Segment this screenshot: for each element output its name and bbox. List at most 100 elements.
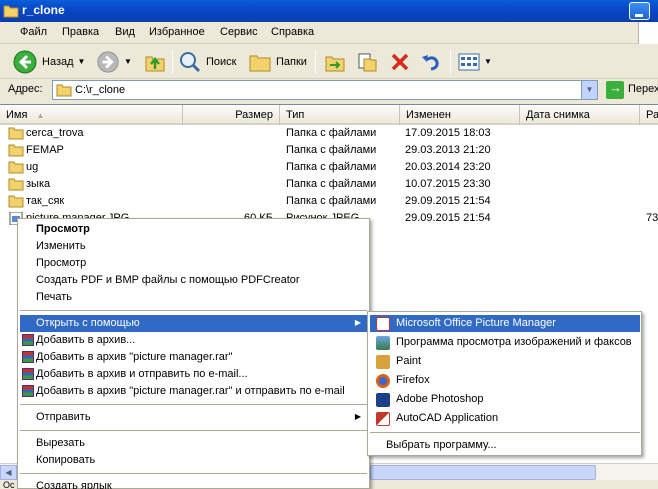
menu-item-open-with[interactable]: Открыть с помощью ▶ (20, 315, 367, 332)
menu-item-send-to[interactable]: Отправить ▶ (20, 409, 367, 426)
undo-icon (422, 54, 439, 70)
menu-tools[interactable]: Сервис (220, 26, 258, 38)
file-type: Папка с файлами (286, 178, 377, 190)
menu-item-label: Создать PDF и BMP файлы с помощью PDFCre… (36, 274, 300, 286)
move-to-button[interactable] (324, 48, 346, 75)
views-button[interactable]: ▼ (458, 48, 492, 75)
folder-icon (56, 84, 72, 97)
forward-button[interactable]: ▼ (96, 48, 132, 75)
menu-item-label: Изменить (36, 240, 86, 252)
title-bar[interactable]: r_clone (0, 0, 658, 22)
open-with-submenu: Microsoft Office Picture Manager Програм… (367, 311, 642, 456)
menu-separator (20, 430, 367, 431)
column-name[interactable]: Имя ▲ (0, 105, 183, 125)
menu-view[interactable]: Вид (115, 26, 135, 38)
menu-item-label: Просмотр (36, 223, 90, 235)
menu-item-rar-email[interactable]: Добавить в архив "picture manager.rar" и… (20, 383, 367, 400)
submenu-arrow-icon: ▶ (354, 412, 361, 421)
menu-item-cut[interactable]: Вырезать (20, 435, 367, 452)
menu-item-create-shortcut[interactable]: Создать ярлык (20, 478, 367, 489)
menu-item-firefox[interactable]: Firefox (370, 372, 640, 389)
image-viewer-icon (376, 336, 390, 350)
forward-dropdown-icon[interactable]: ▼ (124, 57, 132, 66)
undo-button[interactable] (420, 48, 442, 75)
address-dropdown-icon[interactable]: ▼ (581, 81, 597, 99)
column-date-taken[interactable]: Дата снимка (520, 105, 640, 125)
menu-edit[interactable]: Правка (62, 26, 99, 38)
search-button[interactable]: Поиск (178, 48, 236, 75)
file-name: зыка (26, 178, 51, 190)
scrollbar-thumb[interactable] (370, 465, 596, 480)
go-button[interactable] (606, 80, 624, 99)
file-row[interactable]: FEMAP Папка с файлами 29.03.2013 21:20 (0, 142, 658, 159)
minimize-button[interactable] (629, 2, 650, 20)
folder-icon (8, 195, 24, 208)
up-folder-button[interactable] (144, 48, 166, 75)
file-modified: 29.03.2013 21:20 (405, 144, 491, 156)
menu-item-preview[interactable]: Просмотр (20, 255, 367, 272)
menu-item-pdfcreator[interactable]: Создать PDF и BMP файлы с помощью PDFCre… (20, 272, 367, 289)
go-label[interactable]: Перех (628, 83, 658, 95)
file-modified: 10.07.2015 23:30 (405, 178, 491, 190)
menu-item-label: Добавить в архив и отправить по e-mail..… (36, 368, 248, 380)
file-modified: 20.03.2014 23:20 (405, 161, 491, 173)
menu-item-paint[interactable]: Paint (370, 353, 640, 370)
menu-separator (20, 404, 367, 405)
file-type: Папка с файлами (286, 161, 377, 173)
column-size-label: Размер (235, 109, 273, 121)
winrar-icon (22, 368, 34, 380)
back-dropdown-icon[interactable]: ▼ (78, 57, 86, 66)
folder-icon (3, 5, 19, 18)
file-row[interactable]: ug Папка с файлами 20.03.2014 23:20 (0, 159, 658, 176)
menu-item-label: Вырезать (36, 437, 85, 449)
folders-icon (249, 55, 271, 71)
folder-icon (8, 144, 24, 157)
views-dropdown-icon[interactable]: ▼ (484, 57, 492, 66)
file-name: FEMAP (26, 144, 64, 156)
submenu-arrow-icon: ▶ (354, 318, 361, 327)
column-type[interactable]: Тип (280, 105, 400, 125)
back-button[interactable]: Назад ▼ (12, 48, 85, 75)
delete-button[interactable] (389, 48, 411, 75)
file-row[interactable]: так_сяк Папка с файлами 29.09.2015 21:54 (0, 193, 658, 210)
file-row[interactable]: зыка Папка с файлами 10.07.2015 23:30 (0, 176, 658, 193)
forward-arrow-icon (97, 50, 119, 73)
sort-ascending-icon: ▲ (36, 111, 45, 120)
folder-icon (8, 127, 24, 140)
menu-item-copy[interactable]: Копировать (20, 452, 367, 469)
column-dimensions[interactable]: Ра (640, 105, 658, 125)
windows-logo (638, 22, 658, 44)
file-modified: 29.09.2015 21:54 (405, 195, 491, 207)
column-size[interactable]: Размер (183, 105, 280, 125)
menu-item-autocad[interactable]: AutoCAD Application (370, 410, 640, 427)
copy-to-button[interactable] (356, 48, 378, 75)
column-modified[interactable]: Изменен (400, 105, 520, 125)
back-label: Назад (42, 55, 74, 68)
menu-item-photoshop[interactable]: Adobe Photoshop (370, 391, 640, 408)
menu-item-picture-manager[interactable]: Microsoft Office Picture Manager (370, 315, 640, 332)
menu-item-view-default[interactable]: Просмотр (20, 221, 367, 238)
column-type-label: Тип (286, 109, 305, 121)
menu-item-archive-email[interactable]: Добавить в архив и отправить по e-mail..… (20, 366, 367, 383)
menu-item-add-to-rar[interactable]: Добавить в архив "picture manager.rar" (20, 349, 367, 366)
menu-item-print[interactable]: Печать (20, 289, 367, 306)
address-field[interactable]: C:\r_clone ▼ (52, 80, 598, 100)
column-dimensions-label: Ра (646, 109, 658, 121)
menu-bar: Файл Правка Вид Избранное Сервис Справка (0, 22, 658, 44)
toolbar-separator (172, 50, 173, 74)
scroll-left-button[interactable]: ◀ (0, 465, 17, 480)
menu-item-choose-program[interactable]: Выбрать программу... (370, 437, 640, 454)
menu-favorites[interactable]: Избранное (149, 26, 205, 38)
menu-item-image-viewer[interactable]: Программа просмотра изображений и факсов (370, 334, 640, 351)
file-row[interactable]: cerca_trova Папка с файлами 17.09.2015 1… (0, 125, 658, 142)
menu-item-label: Просмотр (36, 257, 87, 269)
menu-file[interactable]: Файл (20, 26, 47, 38)
menu-item-add-to-archive[interactable]: Добавить в архив... (20, 332, 367, 349)
picture-manager-icon (376, 317, 390, 331)
folders-button[interactable]: Папки (248, 48, 307, 75)
menu-help[interactable]: Справка (271, 26, 314, 38)
delete-icon (391, 53, 409, 70)
menu-item-label: Adobe Photoshop (396, 393, 484, 405)
autocad-icon (376, 412, 390, 426)
menu-item-edit[interactable]: Изменить (20, 238, 367, 255)
